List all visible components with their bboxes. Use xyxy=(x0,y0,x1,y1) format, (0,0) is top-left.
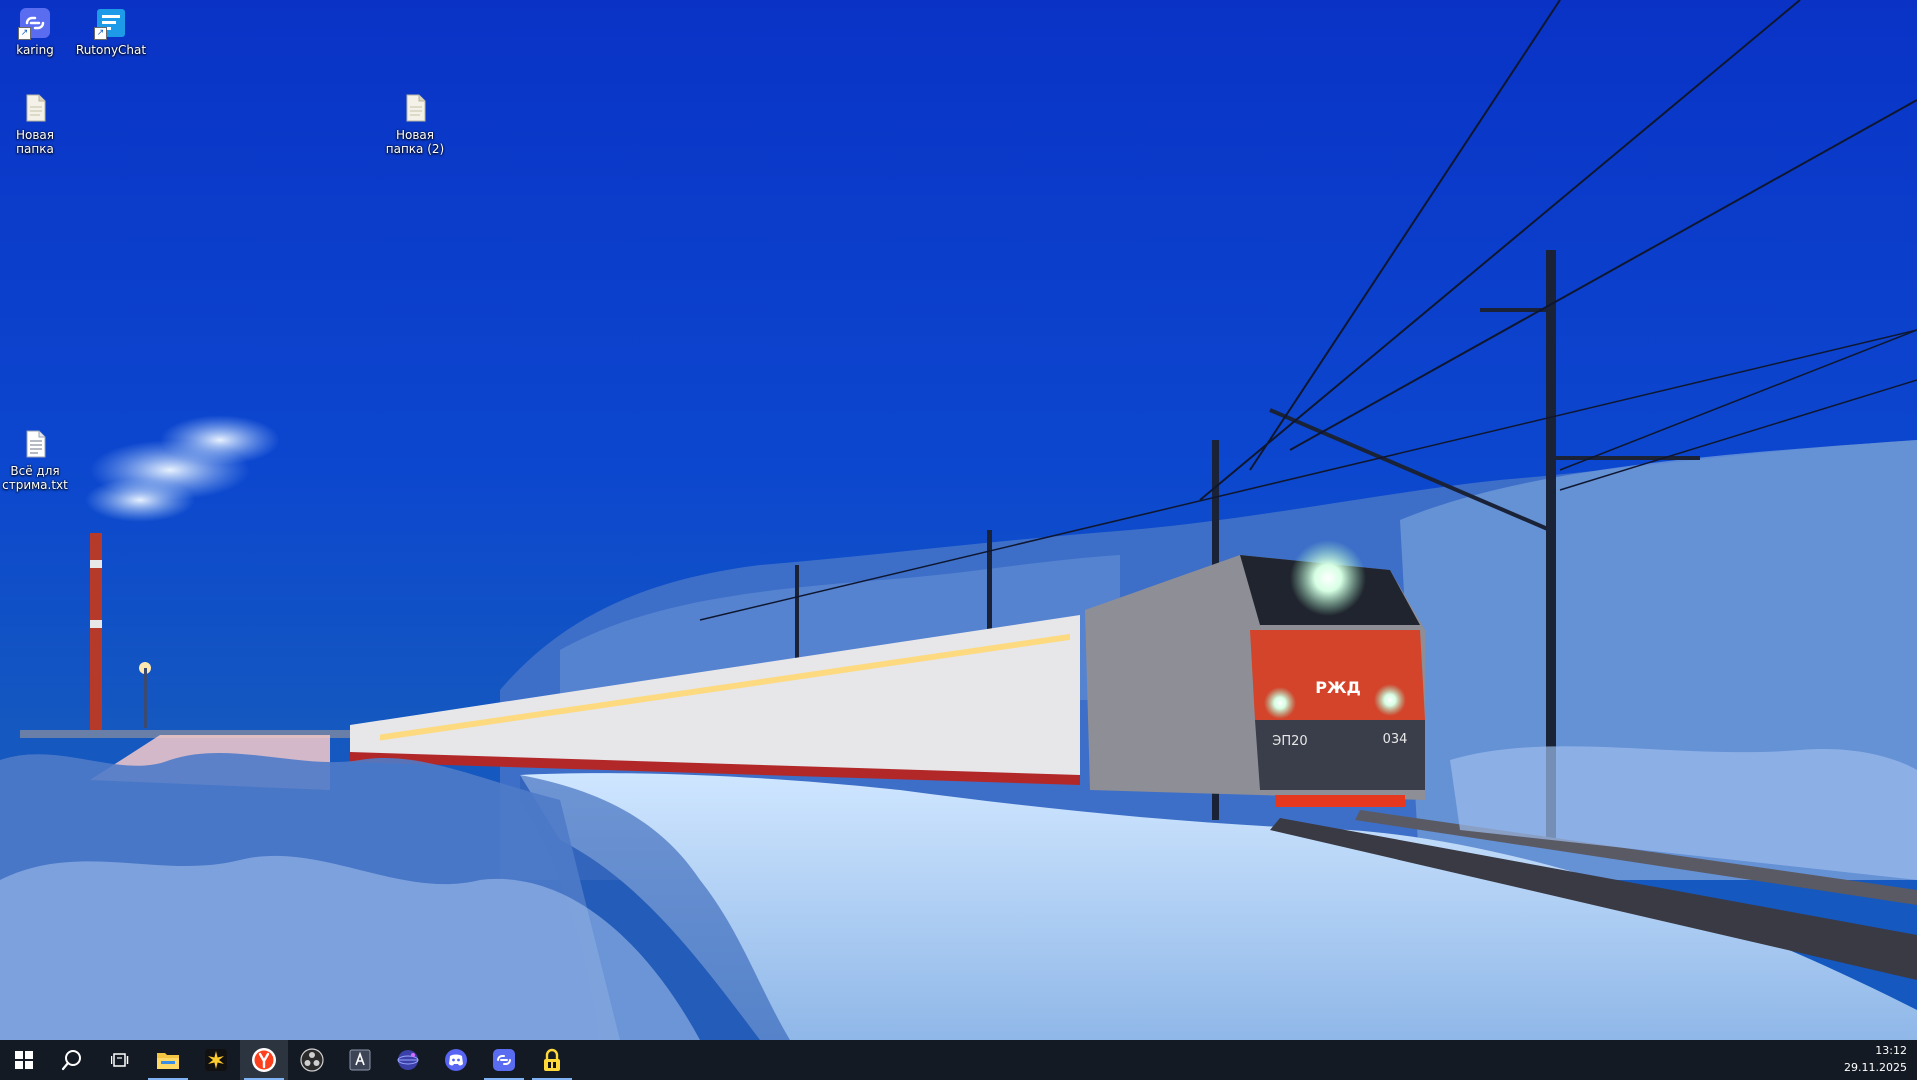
discord-button[interactable] xyxy=(432,1040,480,1080)
letter-a-icon xyxy=(349,1049,371,1071)
karing-app-icon xyxy=(493,1049,515,1071)
locomotive-number-right: 034 xyxy=(1383,732,1408,747)
desktop-icon-karing[interactable]: ↗ karing xyxy=(0,6,73,57)
taskbar: 13:12 29.11.2025 xyxy=(0,1040,1917,1080)
desktop-icon-label: Новая папка xyxy=(15,128,54,156)
search-icon xyxy=(61,1050,81,1071)
vpn-lock-button[interactable] xyxy=(528,1040,576,1080)
karing-button[interactable] xyxy=(480,1040,528,1080)
desktop-icon-label: Всё для стрима.txt xyxy=(2,464,68,492)
desktop-icon-label: karing xyxy=(16,43,54,57)
desktop-icon-new-folder-2[interactable]: Новая папка (2) xyxy=(377,91,453,156)
globe-icon xyxy=(397,1050,419,1070)
yandex-browser-icon xyxy=(252,1048,276,1072)
system-clock[interactable]: 13:12 29.11.2025 xyxy=(1817,1042,1907,1076)
task-view-button[interactable] xyxy=(96,1040,144,1080)
clock-date: 29.11.2025 xyxy=(1844,1061,1907,1074)
windows-logo-icon xyxy=(15,1051,33,1069)
rutonychat-app-icon: ↗ xyxy=(94,6,128,40)
yandex-browser-button[interactable] xyxy=(240,1040,288,1080)
karing-app-icon: ↗ xyxy=(18,6,52,40)
desktop-icon-label: RutonyChat xyxy=(75,43,147,57)
locomotive-number-left: ЭП20 xyxy=(1272,734,1307,749)
desktop-wallpaper: РЖД ЭП20 034 xyxy=(0,0,1917,1040)
shortcut-arrow-icon: ↗ xyxy=(18,27,31,40)
locomotive-logo: РЖД xyxy=(1315,678,1361,697)
clock-time: 13:12 xyxy=(1875,1044,1907,1057)
folder-file-icon xyxy=(18,91,52,125)
desktop-icon-stream-notes[interactable]: Всё для стрима.txt xyxy=(0,427,73,492)
task-view-icon xyxy=(111,1053,129,1067)
app-globe-button[interactable] xyxy=(384,1040,432,1080)
desktop-icon-new-folder[interactable]: Новая папка xyxy=(0,91,73,156)
shortcut-arrow-icon: ↗ xyxy=(94,27,107,40)
file-explorer-button[interactable] xyxy=(144,1040,192,1080)
text-file-icon xyxy=(18,427,52,461)
folder-file-icon xyxy=(398,91,432,125)
start-button[interactable] xyxy=(0,1040,48,1080)
desktop-icon-label: Новая папка (2) xyxy=(385,128,445,156)
discord-icon xyxy=(445,1049,467,1071)
search-button[interactable] xyxy=(48,1040,96,1080)
lock-icon xyxy=(544,1048,560,1071)
folder-icon xyxy=(157,1053,179,1069)
obs-icon xyxy=(300,1048,324,1072)
app-a-button[interactable] xyxy=(336,1040,384,1080)
app-star-button[interactable] xyxy=(192,1040,240,1080)
star-burst-icon xyxy=(205,1049,227,1071)
obs-button[interactable] xyxy=(288,1040,336,1080)
desktop-icon-rutonychat[interactable]: ↗ RutonyChat xyxy=(73,6,149,57)
wallpaper-train-scene: РЖД ЭП20 034 xyxy=(0,0,1917,1040)
